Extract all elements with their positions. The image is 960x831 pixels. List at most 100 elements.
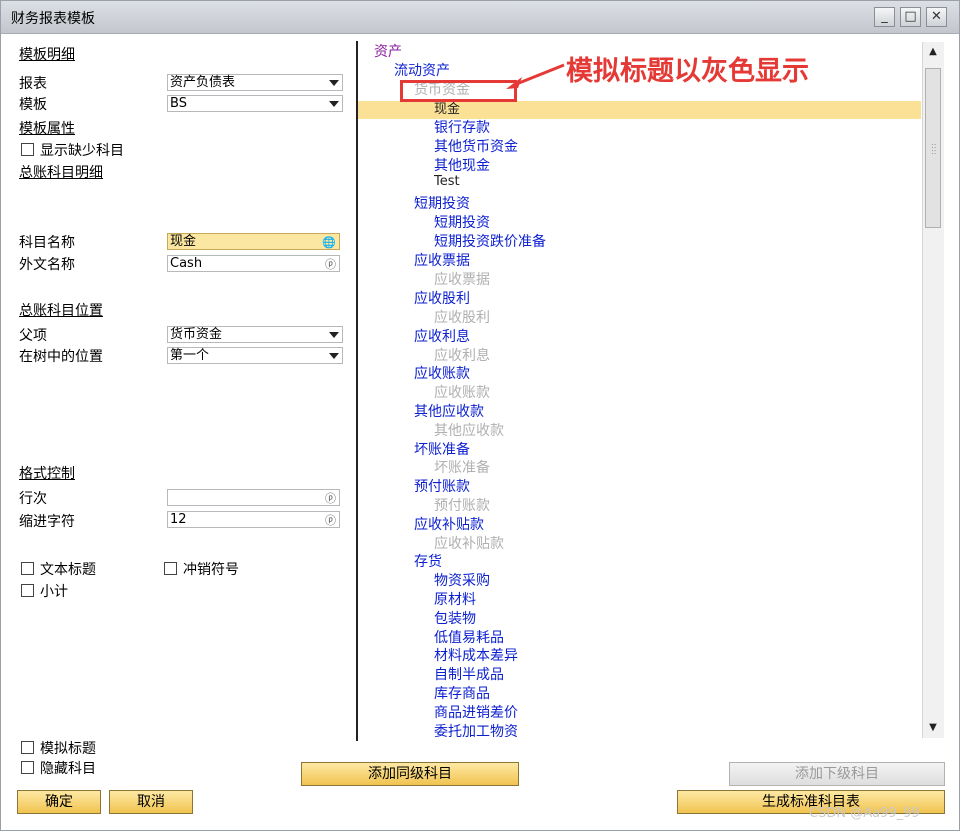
report-combo[interactable]: 资产负债表 (167, 74, 343, 91)
tree-position-label: 在树中的位置 (19, 349, 103, 365)
foreign-name-value: Cash (170, 256, 203, 271)
annotation-highlight-box (400, 80, 517, 102)
annotation-arrow-icon (506, 63, 565, 89)
tree-position-combo[interactable]: 第一个 (167, 347, 343, 364)
chevron-down-icon (329, 353, 339, 359)
section-format-control: 格式控制 (19, 466, 75, 482)
checkbox-box (21, 741, 34, 754)
row-number-field[interactable]: ⓟ (167, 489, 340, 506)
add-same-level-button[interactable]: 添加同级科目 (301, 762, 519, 786)
text-title-checkbox[interactable]: 文本标题 (21, 559, 96, 579)
tree-item[interactable]: 商品进销差价 (434, 702, 518, 722)
sim-title-checkbox[interactable]: 模拟标题 (21, 738, 96, 758)
tree-item[interactable]: 应收股利 (414, 288, 470, 308)
globe-icon[interactable]: 🌐 (322, 235, 336, 250)
tree-item[interactable]: 其他现金 (434, 155, 490, 175)
tree-item[interactable]: 应收票据 (414, 250, 470, 270)
tree-item[interactable]: 应收账款 (434, 382, 490, 402)
foreign-name-field[interactable]: Cash ⓟ (167, 255, 340, 272)
section-gl-details: 总账科目明细 (19, 165, 103, 181)
tree-position-value: 第一个 (170, 348, 210, 363)
subtotal-checkbox[interactable]: 小计 (21, 581, 68, 601)
pin-icon[interactable]: ⓟ (325, 257, 336, 272)
pin-icon[interactable]: ⓟ (325, 513, 336, 528)
tree-item[interactable]: 短期投资 (434, 212, 490, 232)
tree-item[interactable]: Test (434, 174, 460, 189)
watermark: CSDN @Aa99_99 (809, 806, 920, 821)
template-combo[interactable]: BS (167, 95, 343, 112)
tree-item[interactable]: 银行存款 (434, 117, 490, 137)
tree-item[interactable]: 应收利息 (434, 345, 490, 365)
tree-item[interactable]: 材料成本差异 (434, 645, 518, 665)
tree-item[interactable]: 自制半成品 (434, 664, 504, 684)
tree-item[interactable]: 应收补贴款 (434, 533, 504, 553)
tree-item[interactable]: 库存商品 (434, 683, 490, 703)
sim-title-label: 模拟标题 (40, 741, 96, 757)
checkbox-box (21, 584, 34, 597)
tree-item[interactable]: 应收账款 (414, 363, 470, 383)
title-bar: 财务报表模板 _ □ ✕ (1, 1, 959, 34)
tree-item[interactable]: 包装物 (434, 608, 476, 628)
subtotal-label: 小计 (40, 584, 68, 600)
account-name-field[interactable]: 现金 🌐 (167, 233, 340, 250)
maximize-button[interactable]: □ (900, 7, 921, 27)
tree-item[interactable]: 应收补贴款 (414, 514, 484, 534)
tree-item[interactable]: 应收股利 (434, 307, 490, 327)
cancel-button[interactable]: 取消 (109, 790, 193, 814)
close-button[interactable]: ✕ (926, 7, 947, 27)
scroll-down-icon[interactable]: ▼ (925, 720, 941, 736)
parent-value: 货币资金 (170, 327, 223, 342)
tree-item[interactable]: 其他应收款 (434, 420, 504, 440)
checkbox-box (21, 562, 34, 575)
checkbox-box (164, 562, 177, 575)
account-name-label: 科目名称 (19, 235, 75, 251)
indent-field[interactable]: 12 ⓟ (167, 511, 340, 528)
tree-item[interactable]: 短期投资跌价准备 (434, 231, 546, 251)
section-template-details: 模板明细 (19, 47, 75, 63)
account-name-value: 现金 (170, 234, 197, 249)
foreign-name-label: 外文名称 (19, 257, 75, 273)
tree-item[interactable]: 其他货币资金 (434, 136, 518, 156)
grip-icon: :: :: (931, 141, 937, 156)
report-label: 报表 (19, 76, 47, 92)
scroll-thumb[interactable]: :: :: (925, 68, 941, 228)
tree-item[interactable]: 坏账准备 (414, 439, 470, 459)
scroll-up-icon[interactable]: ▲ (925, 44, 941, 60)
tree-item[interactable]: 应收票据 (434, 269, 490, 289)
tree-item[interactable]: 低值易耗品 (434, 627, 504, 647)
indent-label: 缩进字符 (19, 514, 75, 530)
tree-item[interactable]: 应收利息 (414, 326, 470, 346)
tree-item[interactable]: 原材料 (434, 589, 476, 609)
add-sub-level-button[interactable]: 添加下级科目 (729, 762, 945, 786)
checkbox-box (21, 143, 34, 156)
ok-button[interactable]: 确定 (17, 790, 101, 814)
tree-item[interactable]: 其他应收款 (414, 401, 484, 421)
minimize-button[interactable]: _ (874, 7, 895, 27)
template-label: 模板 (19, 97, 47, 113)
show-missing-checkbox[interactable]: 显示缺少科目 (21, 140, 124, 160)
parent-combo[interactable]: 货币资金 (167, 326, 343, 343)
report-template-window: 财务报表模板 _ □ ✕ 模板明细 报表 资产负债表 模板 BS 模板属性 显示… (0, 0, 960, 831)
checkbox-box (21, 761, 34, 774)
tree-item[interactable]: 预付账款 (434, 495, 490, 515)
show-missing-label: 显示缺少科目 (40, 143, 124, 159)
tree-item[interactable]: 委托加工物资 (434, 721, 518, 737)
tree-item[interactable]: 物资采购 (434, 570, 490, 590)
tree-scrollbar[interactable]: ▲ :: :: ▼ (922, 42, 944, 738)
row-number-label: 行次 (19, 491, 47, 507)
tree-item[interactable]: 资产 (374, 41, 402, 61)
pin-icon[interactable]: ⓟ (325, 491, 336, 506)
annotation-text: 模拟标题以灰色显示 (566, 56, 809, 87)
tree-item[interactable]: 存货 (414, 551, 442, 571)
tree-item[interactable]: 坏账准备 (434, 457, 490, 477)
reverse-sign-checkbox[interactable]: 冲销符号 (164, 559, 239, 579)
hide-account-checkbox[interactable]: 隐藏科目 (21, 758, 96, 778)
tree-item[interactable]: 流动资产 (394, 60, 450, 80)
section-gl-position: 总账科目位置 (19, 303, 103, 319)
tree-item[interactable]: 短期投资 (414, 193, 470, 213)
window-title: 财务报表模板 (11, 11, 95, 27)
indent-value: 12 (170, 512, 187, 527)
account-tree[interactable]: 资产 流动资产 货币资金 现金 银行存款 其他货币资金 其他现金 Test 短期投资 短期投资 短期… (358, 41, 923, 737)
report-value: 资产负债表 (170, 75, 236, 90)
tree-item[interactable]: 预付账款 (414, 476, 470, 496)
